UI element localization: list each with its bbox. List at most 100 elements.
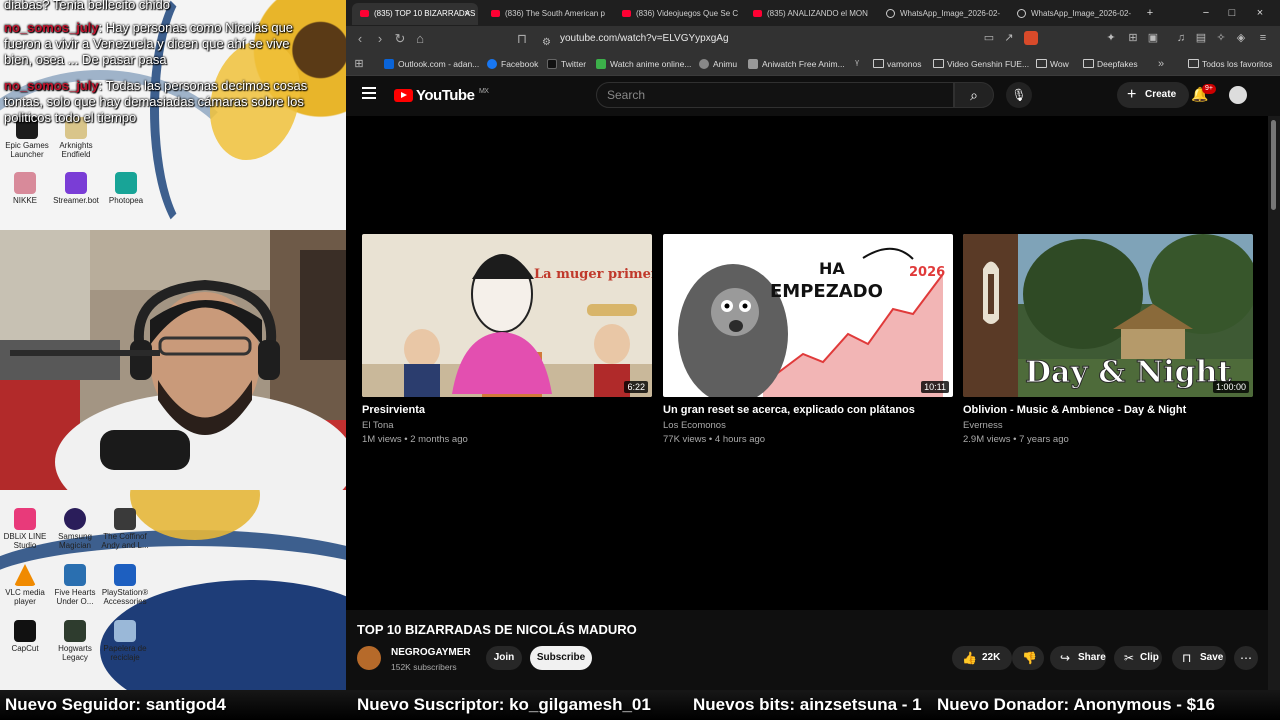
chat-username: no_somos_july	[4, 78, 99, 93]
channel-name-main[interactable]: NEGROGAYMER	[391, 647, 471, 658]
chevron-right-icon[interactable]: »	[1154, 57, 1168, 71]
tab-top10-bizarradas[interactable]: (835) TOP 10 BIZARRADAS	[352, 3, 478, 25]
tab-south-american[interactable]: (836) The South American p	[483, 3, 609, 25]
desktop-icon-photopea[interactable]: Photopea	[101, 172, 151, 205]
save-label: Save	[1200, 652, 1224, 663]
desktop-icon-recycle-bin[interactable]: Papelera de reciclaje	[100, 620, 150, 662]
forward-icon[interactable]: ›	[370, 29, 390, 49]
share-button[interactable]: ↪ Share	[1050, 646, 1106, 670]
desktop-icon-hogwarts[interactable]: Hogwarts Legacy	[50, 620, 100, 662]
tab-whatsapp-image-1[interactable]: WhatsApp_Image_2026-02-	[878, 3, 1004, 25]
bookmark-folder-deepfakes[interactable]: Deepfakes	[1083, 52, 1138, 76]
desktop-icon-coffin[interactable]: The Coffinof Andy and L...	[100, 508, 150, 550]
bookmark-facebook[interactable]: Facebook	[487, 52, 538, 76]
desktop-icon-five-hearts[interactable]: Five Hearts Under O...	[50, 564, 100, 606]
url-field[interactable]: ⚙ youtube.com/watch?v=ELVGYypxgAg	[536, 29, 1016, 49]
tab-videojuegos[interactable]: (836) Videojuegos Que Se C	[614, 3, 740, 25]
video-title[interactable]: Presirvienta	[362, 403, 652, 417]
home-icon[interactable]: ⌂	[410, 29, 430, 49]
bookmark-label: Aniwatch Free Anim...	[762, 59, 845, 69]
brave-shield-icon[interactable]	[1024, 31, 1038, 45]
nikke-icon	[14, 172, 36, 194]
youtube-logo[interactable]: YouTube MX	[394, 86, 489, 106]
puzzle-icon[interactable]: ⊞	[1126, 31, 1140, 45]
bookmark-label: Facebook	[501, 59, 539, 69]
leo-icon[interactable]: ✧	[1214, 31, 1228, 45]
video-thumbnail[interactable]: Day & Night 1:00:00	[963, 234, 1253, 397]
end-card-presirvienta[interactable]: La muger primero 6:22 Presirvienta El To…	[362, 234, 652, 445]
create-button[interactable]: + Create	[1117, 82, 1189, 108]
desktop-icon-nikke[interactable]: NIKKE	[0, 172, 50, 205]
anime-icon	[596, 59, 606, 69]
clip-button[interactable]: ✂ Clip	[1114, 646, 1162, 670]
video-title[interactable]: Oblivion - Music & Ambience - Day & Nigh…	[963, 403, 1253, 417]
desktop-icon-label: Five Hearts Under O...	[54, 588, 96, 606]
scrollbar-thumb[interactable]	[1271, 120, 1276, 210]
channel-name[interactable]: El Tona	[362, 420, 652, 431]
desktop-icon-dblix[interactable]: DBLiX LINE Studio	[0, 508, 50, 550]
desktop-icon-samsung-magician[interactable]: Samsung Magician	[50, 508, 100, 550]
sidebar-icon[interactable]: ▣	[1146, 31, 1160, 45]
save-button[interactable]: ⊓ Save	[1172, 646, 1226, 670]
end-card-oblivion[interactable]: Day & Night 1:00:00 Oblivion - Music & A…	[963, 234, 1253, 445]
desktop-icon-capcut[interactable]: CapCut	[0, 620, 50, 653]
reload-icon[interactable]: ↻	[390, 29, 410, 49]
bookmark-twitter[interactable]: Twitter	[547, 52, 586, 76]
bookmark-label: Todos los favoritos	[1202, 59, 1273, 69]
video-thumbnail[interactable]: La muger primero 6:22	[362, 234, 652, 397]
bookmark-watch-anime[interactable]: Watch anime online...	[596, 52, 691, 76]
subscriber-count: 152K subscribers	[391, 662, 457, 672]
vpn-icon[interactable]: ◈	[1234, 31, 1248, 45]
voice-search-button[interactable]: 🎙	[1006, 82, 1032, 108]
subscribe-button[interactable]: Subscribe	[530, 646, 592, 670]
channel-avatar[interactable]	[357, 646, 381, 670]
end-card-gran-reset[interactable]: HA EMPEZADO 2026 10:11 Un gran reset se …	[663, 234, 953, 445]
bookmark-folder-genshin[interactable]: Video Genshin FUE...	[933, 52, 1029, 76]
video-title[interactable]: Un gran reset se acerca, explicado con p…	[663, 403, 953, 417]
more-actions-icon[interactable]: ⋯	[1234, 646, 1258, 670]
video-player[interactable]: La muger primero 6:22 Presirvienta El To…	[346, 116, 1268, 610]
minimize-icon[interactable]: −	[1194, 3, 1218, 23]
dislike-button[interactable]: 👎	[1012, 646, 1044, 670]
video-thumbnail[interactable]: HA EMPEZADO 2026 10:11	[663, 234, 953, 397]
pin-icon[interactable]: ᵞ	[850, 57, 864, 71]
extension-icon[interactable]: ✦	[1104, 31, 1118, 45]
site-info-icon[interactable]: ⚙	[542, 33, 551, 53]
music-icon[interactable]: ♫	[1174, 31, 1188, 45]
desktop-icon-label: Papelera de reciclaje	[103, 644, 147, 662]
desktop-icon-vlc[interactable]: VLC media player	[0, 564, 50, 606]
page-scrollbar[interactable]	[1268, 116, 1280, 690]
wallet-icon[interactable]: ▤	[1194, 31, 1208, 45]
apps-icon[interactable]: ⊞	[352, 57, 366, 71]
bookmark-aniwatch[interactable]: Aniwatch Free Anim...	[748, 52, 845, 76]
tab-analizando[interactable]: (835) ANALIZANDO el MON	[745, 3, 871, 25]
desktop-icon-playstation[interactable]: PlayStation® Accessories	[100, 564, 150, 606]
region-code: MX	[478, 88, 489, 95]
tab-whatsapp-image-2[interactable]: WhatsApp_Image_2026-02-	[1009, 3, 1135, 25]
bookmark-icon[interactable]: ⊓	[512, 29, 532, 49]
close-window-icon[interactable]: ×	[1248, 3, 1272, 23]
like-button[interactable]: 👍 22K	[952, 646, 1012, 670]
account-avatar[interactable]	[1229, 86, 1247, 104]
search-button[interactable]: ⌕	[954, 82, 994, 108]
share-page-icon[interactable]: ↗	[1002, 31, 1016, 45]
menu-icon[interactable]: ≡	[1256, 31, 1270, 45]
bookmark-folder-vamonos[interactable]: vamonos	[873, 52, 922, 76]
new-tab-icon[interactable]: +	[1138, 3, 1162, 23]
all-bookmarks-folder[interactable]: Todos los favoritos	[1188, 52, 1272, 76]
bookmark-folder-wow[interactable]: Wow	[1036, 52, 1069, 76]
join-button[interactable]: Join	[486, 646, 522, 670]
hamburger-menu-icon[interactable]	[362, 87, 376, 99]
search-input[interactable]: Search	[596, 82, 954, 108]
desktop-icon-streamerbot[interactable]: Streamer.bot	[51, 172, 101, 205]
maximize-icon[interactable]: □	[1220, 3, 1244, 23]
channel-name[interactable]: Los Ecomonos	[663, 420, 953, 431]
bookmark-animu[interactable]: Animu	[699, 52, 737, 76]
thumbnail-text-empezado: EMPEZADO	[770, 281, 883, 302]
screen-cast-icon[interactable]: ▭	[982, 31, 996, 45]
back-icon[interactable]: ‹	[350, 29, 370, 49]
bookmark-outlook[interactable]: Outlook.com - adan...	[384, 52, 479, 76]
desktop-icon-label: VLC media player	[5, 588, 45, 606]
channel-name[interactable]: Everness	[963, 420, 1253, 431]
close-tab-icon[interactable]: ×	[464, 3, 470, 25]
